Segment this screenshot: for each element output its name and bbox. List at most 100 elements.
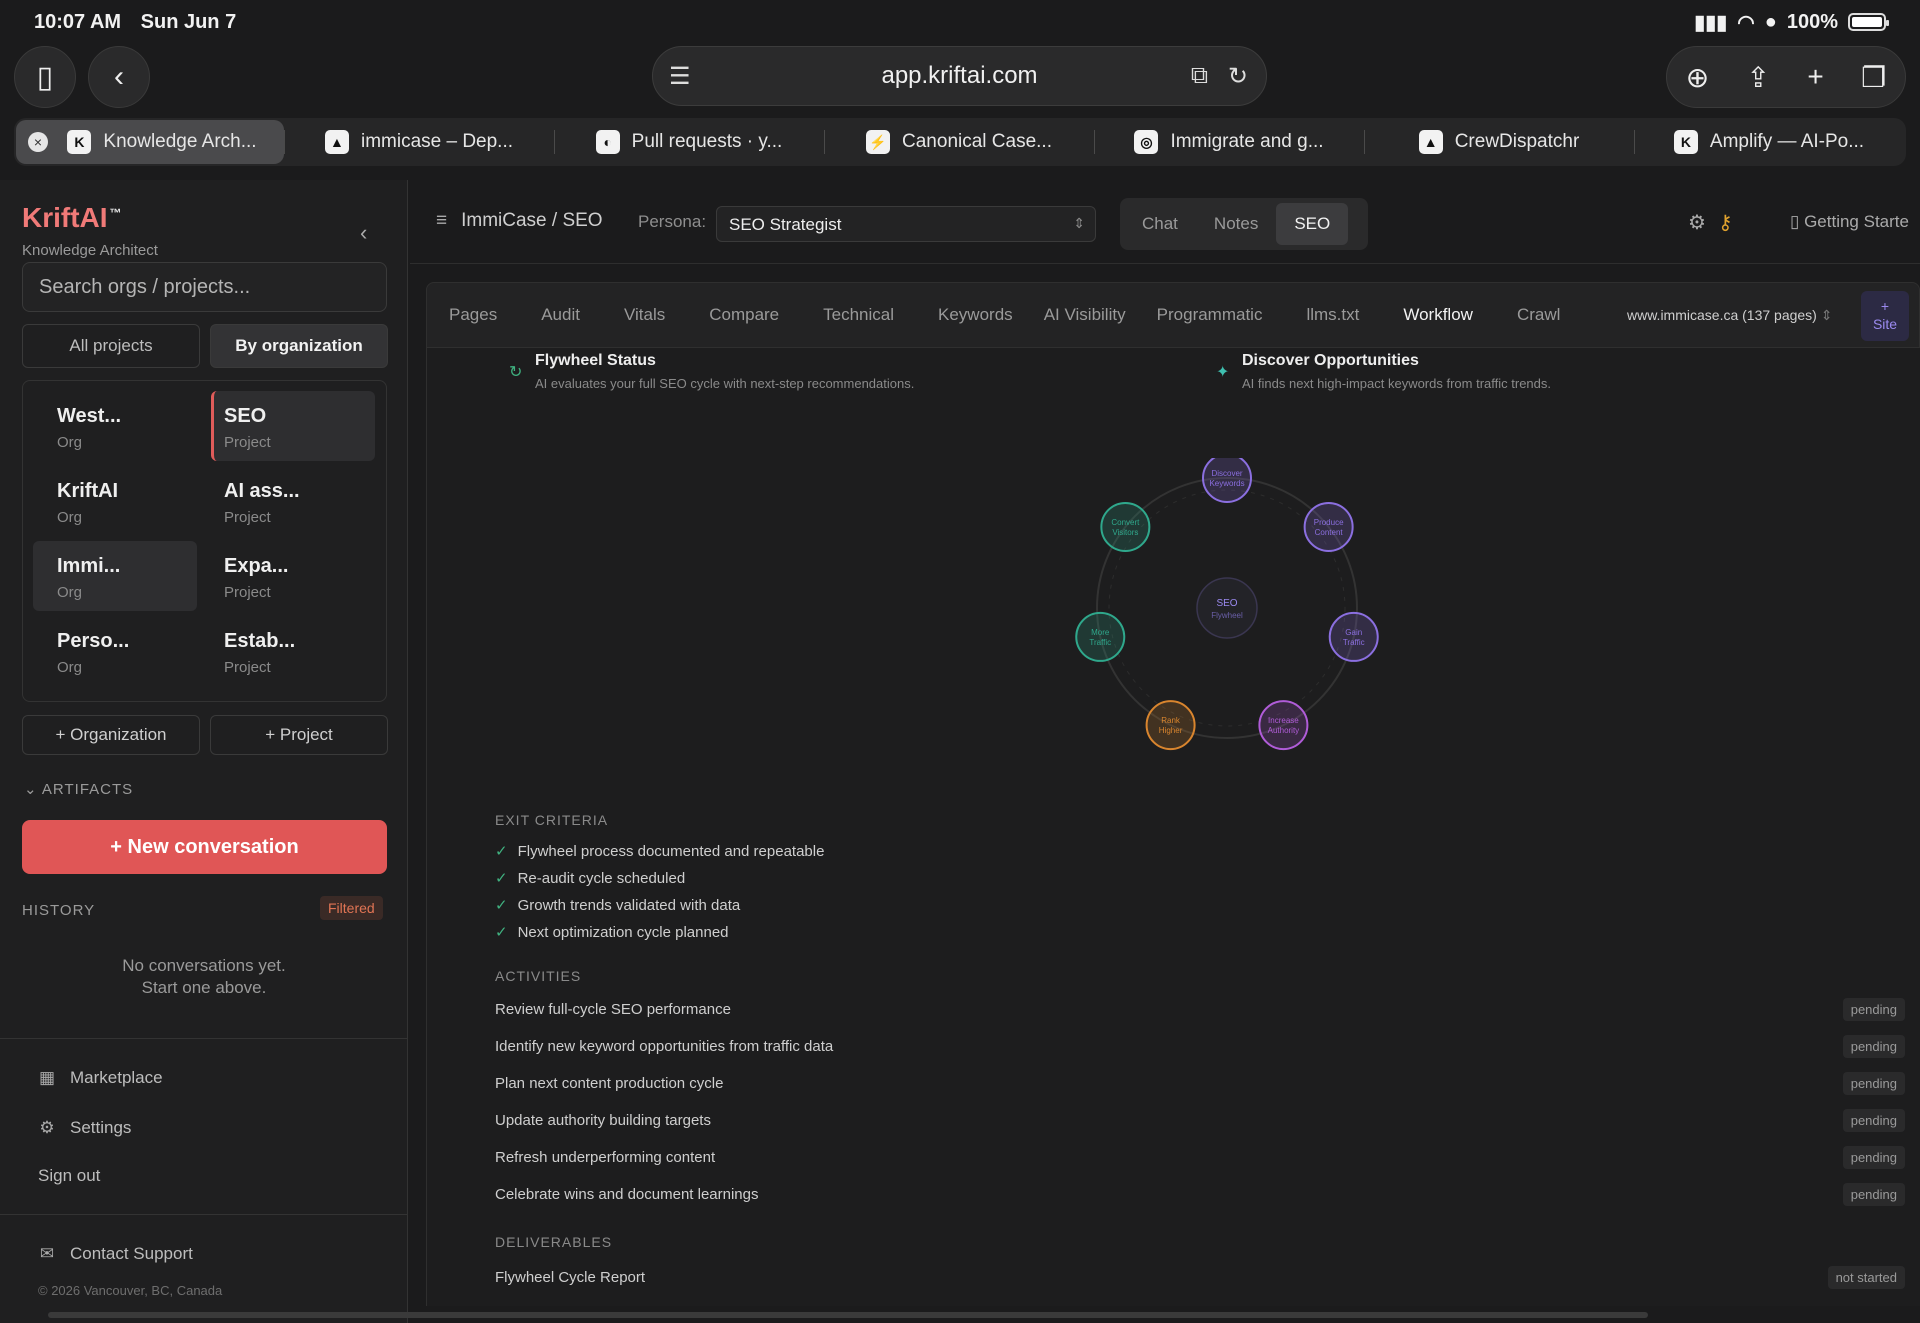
flywheel-status-card[interactable]: ↻ Flywheel Status AI evaluates your full… (509, 352, 914, 396)
by-organization-button[interactable]: By organization (210, 324, 388, 368)
tab-llms-txt[interactable]: llms.txt (1284, 305, 1381, 325)
activity-row[interactable]: Update authority building targets pending (495, 1109, 1905, 1132)
tab-audit[interactable]: Audit (519, 305, 602, 325)
copyright: © 2026 Vancouver, BC, Canada (38, 1283, 223, 1298)
flywheel-node[interactable]: ConvertVisitors (1100, 501, 1151, 552)
back-button[interactable]: ‹ (88, 46, 150, 108)
status-date: Sun Jun 7 (140, 10, 237, 33)
tabs-overview-icon[interactable]: ❐ (1861, 61, 1886, 94)
chevron-updown-icon: ⇕ (1073, 215, 1085, 231)
settings-link[interactable]: ⚙ Settings (38, 1118, 131, 1138)
tab-crawl[interactable]: Crawl (1495, 305, 1582, 325)
key-icon[interactable]: ⚷ (1718, 210, 1733, 235)
tab-ai-visibility[interactable]: AI Visibility (1035, 305, 1135, 325)
favicon-icon: K (67, 130, 92, 154)
browser-tab[interactable]: ⚡ Canonical Case... (824, 120, 1094, 164)
browser-tab[interactable]: ▲ immicase – Dep... (284, 120, 554, 164)
add-site-button[interactable]: + Site (1861, 291, 1909, 341)
sidebar-toggle-icon[interactable]: ▯ (14, 46, 76, 108)
activity-row[interactable]: Identify new keyword opportunities from … (495, 1035, 1905, 1058)
contact-support-link[interactable]: ✉ Contact Support (38, 1244, 193, 1264)
share-icon[interactable]: ⇪ (1747, 61, 1770, 94)
add-project-button[interactable]: + Project (210, 715, 388, 755)
persona-select[interactable]: SEO Strategist ⇕ (716, 206, 1096, 242)
browser-tab[interactable]: ◐ Pull requests · y... (554, 120, 824, 164)
flywheel-node[interactable]: GainTraffic (1328, 611, 1379, 662)
horizontal-scrollbar[interactable] (48, 1312, 1648, 1318)
tab-programmatic[interactable]: Programmatic (1135, 305, 1285, 325)
search-input[interactable] (22, 262, 387, 312)
status-badge: pending (1842, 1072, 1905, 1095)
tab-technical[interactable]: Technical (801, 305, 916, 325)
page-menu-icon[interactable]: ☰ (669, 62, 691, 91)
flywheel-node[interactable]: MoreTraffic (1075, 611, 1126, 662)
menu-icon[interactable]: ≡ (436, 210, 447, 232)
project-item[interactable]: AI ass... Project (211, 466, 375, 536)
activity-label: Identify new keyword opportunities from … (495, 1038, 834, 1055)
filtered-badge[interactable]: Filtered (320, 896, 383, 920)
browser-tab[interactable]: × K Knowledge Arch... (16, 120, 284, 164)
getting-started-link[interactable]: ▯ Getting Starte (1790, 212, 1909, 232)
project-item[interactable]: Estab... Project (211, 616, 375, 686)
download-icon[interactable]: ⊕ (1686, 61, 1709, 94)
breadcrumb: ≡ ImmiCase / SEO (436, 210, 603, 232)
org-item[interactable]: Immi... Org (33, 541, 197, 611)
browser-tab[interactable]: ◎ Immigrate and g... (1094, 120, 1364, 164)
exit-criterion: ✓ Growth trends validated with data (495, 897, 741, 914)
favicon-icon: K (1673, 130, 1698, 154)
tab-keywords[interactable]: Keywords (916, 305, 1035, 325)
tab-compare[interactable]: Compare (687, 305, 801, 325)
org-item[interactable]: Perso... Org (33, 616, 197, 686)
activity-row[interactable]: Review full-cycle SEO performance pending (495, 998, 1905, 1021)
sidebar: KriftAI™ Knowledge Architect ‹ All proje… (0, 180, 408, 1323)
project-item[interactable]: Expa... Project (211, 541, 375, 611)
artifacts-section[interactable]: ⌄ ARTIFACTS (24, 780, 133, 798)
activity-row[interactable]: Celebrate wins and document learnings pen… (495, 1183, 1905, 1206)
all-projects-button[interactable]: All projects (22, 324, 200, 368)
browser-tab[interactable]: K Amplify — AI-Po... (1634, 120, 1904, 164)
signal-icon: ▮▮▮ (1694, 11, 1728, 34)
reload-icon[interactable]: ↻ (1228, 62, 1248, 91)
extension-icon[interactable]: ⧉ (1191, 62, 1208, 90)
url-bar[interactable]: ☰ app.kriftai.com ⧉ ↻ (652, 46, 1267, 106)
activity-label: Update authority building targets (495, 1112, 711, 1129)
tab-seo[interactable]: SEO (1276, 203, 1349, 245)
node-label: Traffic (1089, 638, 1111, 647)
discover-opportunities-card[interactable]: ✦ Discover Opportunities AI finds next h… (1216, 352, 1551, 396)
close-tab-icon[interactable]: × (28, 132, 48, 152)
flywheel-node[interactable]: DiscoverKeywords (1202, 458, 1252, 503)
tab-label: CrewDispatchr (1454, 131, 1580, 152)
activity-row[interactable]: Refresh underperforming content pending (495, 1146, 1905, 1169)
gear-icon: ⚙ (39, 1118, 55, 1137)
flywheel-node[interactable]: ProduceContent (1303, 501, 1354, 552)
marketplace-link[interactable]: ▦ Marketplace (38, 1068, 163, 1088)
flywheel-node[interactable]: IncreaseAuthority (1258, 700, 1309, 751)
mode-tabs: Chat Notes SEO (1120, 198, 1368, 250)
new-tab-icon[interactable]: + (1807, 61, 1823, 93)
browser-tab[interactable]: ▲ CrewDispatchr (1364, 120, 1634, 164)
project-item[interactable]: SEO Project (211, 391, 375, 461)
collapse-sidebar-icon[interactable]: ‹ (360, 220, 367, 246)
book-icon: ▯ (1790, 212, 1805, 231)
tab-label: Knowledge Arch... (103, 131, 257, 152)
site-select[interactable]: www.immicase.ca (137 pages) ⇕ (1627, 307, 1832, 324)
add-organization-button[interactable]: + Organization (22, 715, 200, 755)
gear-icon[interactable]: ⚙ (1688, 210, 1706, 235)
sign-out-link[interactable]: Sign out (38, 1166, 100, 1186)
flywheel-node[interactable]: RankHigher (1145, 700, 1196, 751)
tab-pages[interactable]: Pages (427, 305, 519, 325)
node-label: More (1091, 628, 1110, 637)
tab-chat[interactable]: Chat (1124, 203, 1196, 245)
wifi-icon: ◠ (1737, 11, 1755, 34)
deliverable-row[interactable]: Flywheel Cycle Report not started (495, 1266, 1905, 1289)
tab-workflow[interactable]: Workflow (1381, 305, 1495, 325)
new-conversation-button[interactable]: + New conversation (22, 820, 387, 874)
tab-notes[interactable]: Notes (1196, 203, 1276, 245)
workflow-content: ↻ Flywheel Status AI evaluates your full… (426, 348, 1920, 1306)
org-item[interactable]: West... Org (33, 391, 197, 461)
exit-criteria-heading: EXIT CRITERIA (495, 812, 609, 828)
org-item[interactable]: KriftAI Org (33, 466, 197, 536)
activity-row[interactable]: Plan next content production cycle pendin… (495, 1072, 1905, 1095)
node-label: Convert (1111, 518, 1140, 527)
tab-vitals[interactable]: Vitals (602, 305, 687, 325)
